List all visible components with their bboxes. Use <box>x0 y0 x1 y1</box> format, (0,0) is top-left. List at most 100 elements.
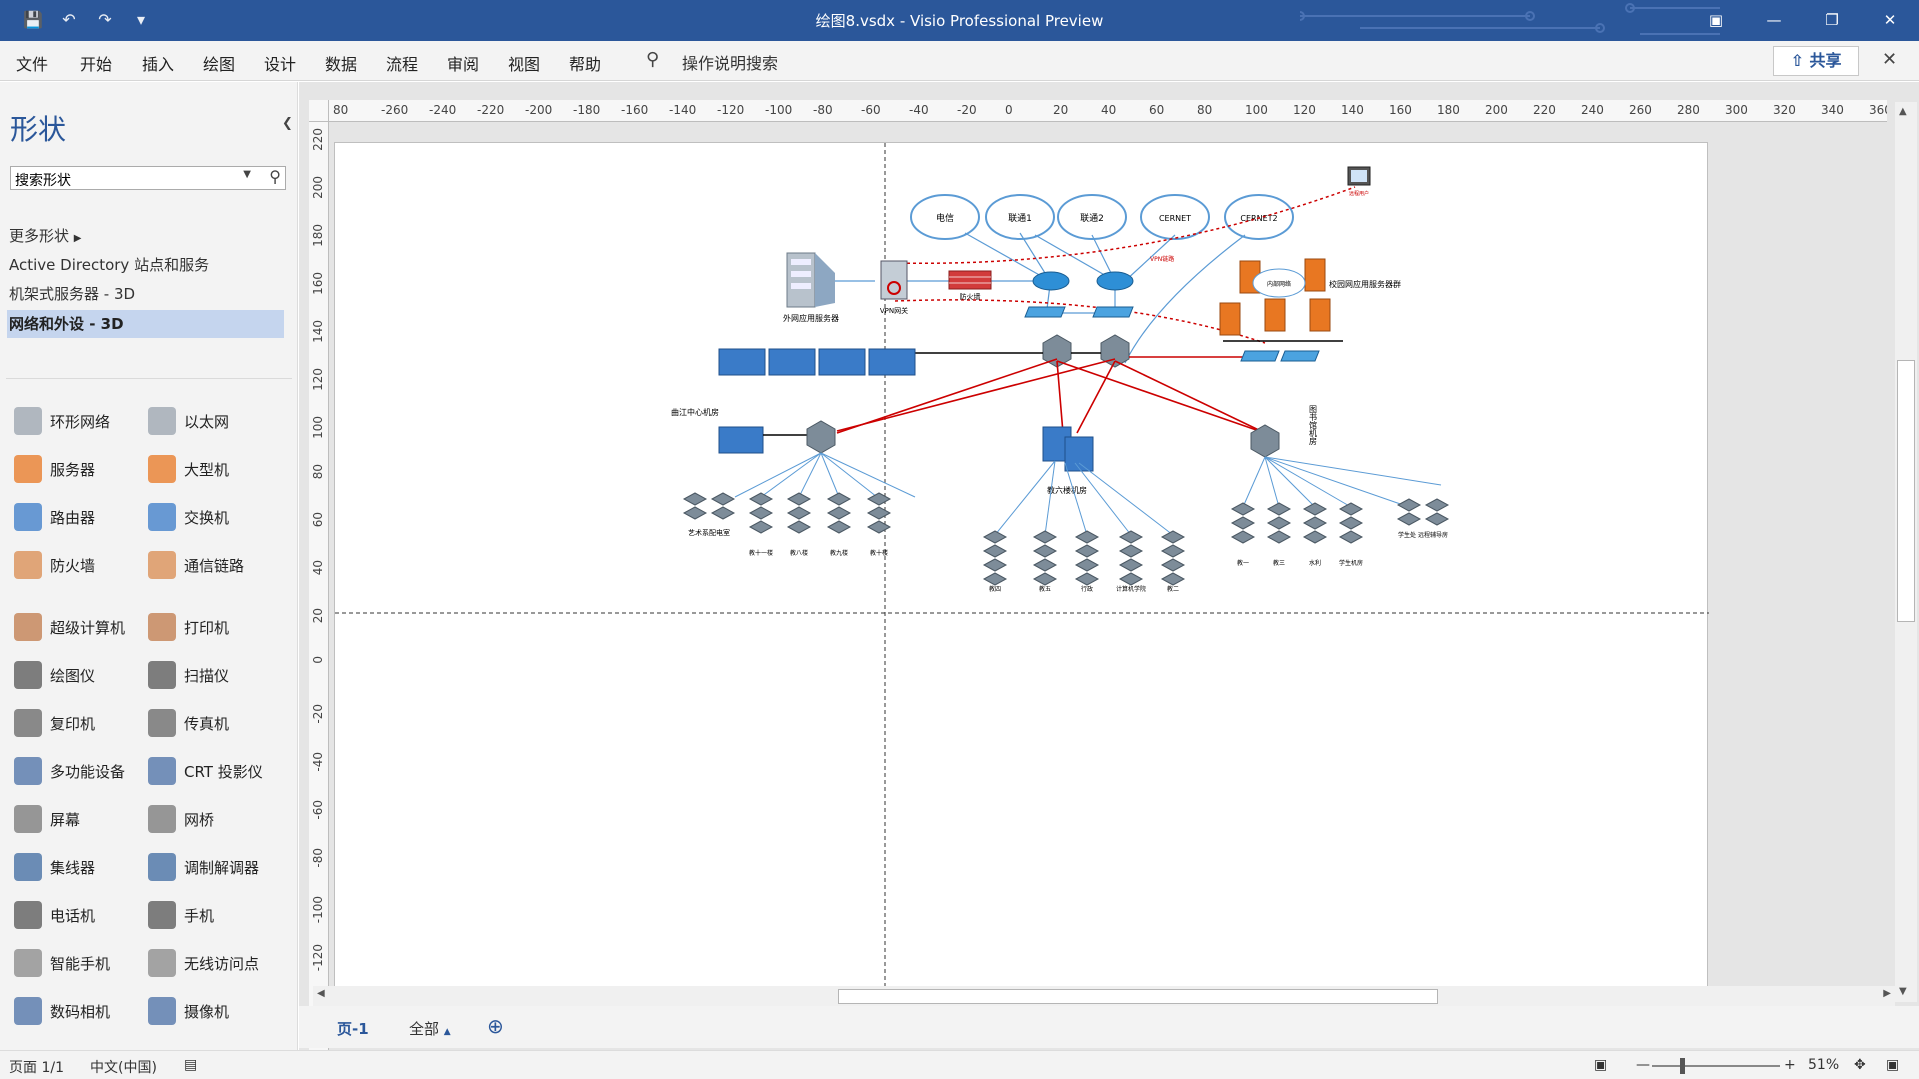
access-switch[interactable] <box>1396 512 1422 526</box>
switch-windows-icon[interactable]: ▣ <box>1886 1057 1899 1073</box>
vertical-scroll-thumb[interactable] <box>1897 360 1915 622</box>
stencil-active-directory[interactable]: Active Directory 站点和服务 <box>0 251 277 279</box>
shape-6-0[interactable]: 复印机 <box>14 708 95 738</box>
scroll-right-icon[interactable]: ▶ <box>1883 988 1891 999</box>
tab-page-1[interactable]: 页-1 <box>337 1018 369 1039</box>
shape-4-1[interactable]: 打印机 <box>148 612 229 642</box>
jiaoliu-server[interactable] <box>1042 426 1094 472</box>
access-switch[interactable] <box>786 492 812 506</box>
tab-review[interactable]: 审阅 <box>447 51 479 75</box>
shape-9-0[interactable]: 集线器 <box>14 852 95 882</box>
shape-0-0[interactable]: 环形网络 <box>14 406 110 436</box>
access-switch[interactable] <box>1118 544 1144 558</box>
access-switch[interactable] <box>1396 498 1422 512</box>
access-switch[interactable] <box>1424 512 1450 526</box>
external-server[interactable]: 外网应用服务器 <box>783 252 839 323</box>
zoom-out-icon[interactable]: — <box>1636 1057 1650 1073</box>
access-switch[interactable] <box>1032 544 1058 558</box>
stencil-rack-server-3d[interactable]: 机架式服务器 - 3D <box>0 280 277 308</box>
access-switch[interactable] <box>1074 558 1100 572</box>
ribbon-display-icon[interactable]: ▣ <box>1687 0 1745 41</box>
qujiang-server[interactable] <box>718 426 764 454</box>
access-switch[interactable] <box>982 544 1008 558</box>
all-pages-button[interactable]: 全部 ▲ <box>409 1018 451 1039</box>
switch-top-1[interactable] <box>1024 306 1066 318</box>
access-switch[interactable] <box>1302 530 1328 544</box>
shape-8-1[interactable]: 网桥 <box>148 804 214 834</box>
zoom-level[interactable]: 51% <box>1808 1057 1839 1073</box>
access-switch[interactable] <box>982 558 1008 572</box>
drawing-page[interactable]: 电信 联通1 联通2 CERNET CERNET2 远程用户 VPN链路 外网应… <box>334 142 1709 1003</box>
access-switch[interactable] <box>1302 502 1328 516</box>
language-status[interactable]: 中文(中国) <box>90 1057 157 1077</box>
scroll-down-icon[interactable]: ▼ <box>1899 986 1907 997</box>
access-switch[interactable] <box>786 506 812 520</box>
access-switch[interactable] <box>682 506 708 520</box>
switch-top-2[interactable] <box>1092 306 1134 318</box>
access-switch[interactable] <box>982 530 1008 544</box>
access-switch[interactable] <box>1266 516 1292 530</box>
zoom-slider[interactable] <box>1652 1065 1780 1067</box>
cloud-unicom1[interactable]: 联通1 <box>985 194 1055 240</box>
access-switch[interactable] <box>1338 530 1364 544</box>
shape-7-1[interactable]: CRT 投影仪 <box>148 756 263 786</box>
access-switch[interactable] <box>866 492 892 506</box>
close-button[interactable]: ✕ <box>1861 0 1919 41</box>
access-switch[interactable] <box>1074 544 1100 558</box>
tab-process[interactable]: 流程 <box>386 51 418 75</box>
access-switch[interactable] <box>1032 572 1058 586</box>
tab-view[interactable]: 视图 <box>508 51 540 75</box>
access-switch[interactable] <box>786 520 812 534</box>
shape-11-1[interactable]: 无线访问点 <box>148 948 259 978</box>
access-switch[interactable] <box>1032 558 1058 572</box>
search-icon[interactable]: ⚲ <box>269 167 281 186</box>
access-switch[interactable] <box>1266 502 1292 516</box>
access-switch[interactable] <box>710 492 736 506</box>
shape-9-1[interactable]: 调制解调器 <box>148 852 259 882</box>
vertical-ruler[interactable]: 220 200 180 160 140 120 100 80 60 40 20 0 -20 -40 -60-… <box>309 122 329 1070</box>
access-switch[interactable] <box>866 506 892 520</box>
access-switch[interactable] <box>1302 516 1328 530</box>
shape-1-1[interactable]: 大型机 <box>148 454 229 484</box>
zoom-slider-thumb[interactable] <box>1680 1058 1685 1074</box>
access-switch[interactable] <box>1266 530 1292 544</box>
tab-insert[interactable]: 插入 <box>142 51 174 75</box>
add-page-icon[interactable]: ⊕ <box>487 1014 504 1038</box>
router-1[interactable] <box>1032 271 1070 291</box>
fit-page-icon[interactable]: ✥ <box>1854 1057 1866 1073</box>
tab-design[interactable]: 设计 <box>264 51 296 75</box>
tab-home[interactable]: 开始 <box>80 51 112 75</box>
blade-server-group[interactable] <box>718 348 916 376</box>
access-switch[interactable] <box>1424 498 1450 512</box>
access-switch[interactable] <box>1160 530 1186 544</box>
shape-11-0[interactable]: 智能手机 <box>14 948 110 978</box>
page-number-status[interactable]: 页面 1/1 <box>9 1057 64 1077</box>
campus-server-group[interactable]: 内部网络 校园网应用服务器群 <box>1219 258 1401 362</box>
access-switch[interactable] <box>1032 530 1058 544</box>
share-button[interactable]: ⇧ 共享 <box>1773 46 1859 76</box>
access-switch[interactable] <box>866 520 892 534</box>
access-switch-stacks[interactable] <box>682 492 1450 586</box>
scroll-left-icon[interactable]: ◀ <box>317 988 325 999</box>
access-switch[interactable] <box>1118 530 1144 544</box>
access-switch[interactable] <box>1160 572 1186 586</box>
macro-record-icon[interactable]: ▤ <box>184 1057 197 1073</box>
shape-4-0[interactable]: 超级计算机 <box>14 612 125 642</box>
horizontal-scrollbar[interactable]: ◀ ▶ <box>313 986 1895 1006</box>
firewall[interactable]: 防火墙 <box>948 270 992 301</box>
shape-12-0[interactable]: 数码相机 <box>14 996 110 1026</box>
stencil-network-3d[interactable]: 网络和外设 - 3D <box>7 310 284 338</box>
vpn-gateway[interactable]: VPN网关 <box>880 260 908 315</box>
scroll-up-icon[interactable]: ▲ <box>1899 106 1907 117</box>
shape-3-1[interactable]: 通信链路 <box>148 550 244 580</box>
shape-8-0[interactable]: 屏幕 <box>14 804 80 834</box>
restore-button[interactable]: ❐ <box>1803 0 1861 41</box>
collapse-panel-icon[interactable]: ❮ <box>282 116 293 131</box>
access-switch[interactable] <box>682 492 708 506</box>
horizontal-ruler[interactable]: 80 -260 -240 -220 -200 -180 -160 -140 -120 -100 -8… <box>329 100 1887 122</box>
close-ribbon-icon[interactable]: ✕ <box>1882 49 1897 70</box>
access-switch[interactable] <box>710 506 736 520</box>
minimize-button[interactable]: — <box>1745 0 1803 41</box>
cloud-unicom2[interactable]: 联通2 <box>1057 194 1127 240</box>
horizontal-scroll-thumb[interactable] <box>838 989 1438 1004</box>
